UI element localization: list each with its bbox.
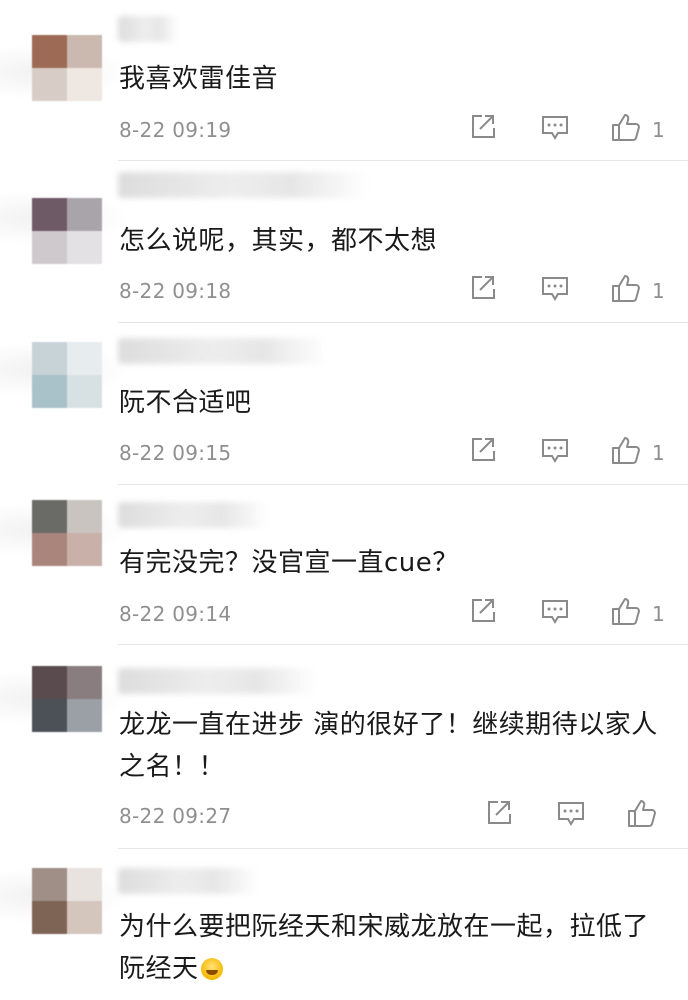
comment-meta: 8-22 09:14 1 [0,596,688,632]
avatar-pixel [67,666,102,699]
divider [118,848,688,849]
avatar[interactable] [32,342,102,408]
username-blurred[interactable] [118,868,258,894]
comment-time: 8-22 09:14 [119,602,232,626]
avatar-pixel [67,699,102,732]
share-icon[interactable] [468,112,498,148]
comment-icon[interactable] [540,112,570,148]
avatar-pixel [67,231,102,264]
comment-icon[interactable] [540,273,570,309]
thumbs-up-icon[interactable] [626,798,658,834]
divider [118,484,688,485]
comment-item: 我喜欢雷佳音 8-22 09:19 1 [0,0,688,160]
comment-icon[interactable] [540,596,570,632]
share-icon[interactable] [468,596,498,632]
thumbs-up-icon[interactable] [610,273,642,309]
thumbs-up-icon[interactable] [610,112,642,148]
like-count: 1 [652,602,665,626]
comment-meta: 8-22 09:27 [0,798,688,834]
avatar[interactable] [32,666,102,732]
avatar-pixel [32,666,67,699]
share-icon[interactable] [468,273,498,309]
comment-item: 为什么要把阮经天和宋威龙放在一起，拉低了阮经天 [0,848,688,1000]
comment-time: 8-22 09:19 [119,118,232,142]
laughing-tears-emoji-icon [200,958,223,980]
avatar-pixel [67,35,102,68]
share-icon[interactable] [468,435,498,471]
username-blurred[interactable] [118,502,268,528]
avatar[interactable] [32,198,102,264]
comment-time: 8-22 09:18 [119,279,232,303]
avatar-pixel [32,868,67,901]
divider [118,160,688,161]
avatar-pixel [67,375,102,408]
avatar-pixel [32,198,67,231]
comment-text: 阮不合适吧 [119,388,252,418]
thumbs-up-icon[interactable] [610,435,642,471]
username-blurred[interactable] [118,668,318,694]
avatar-pixel [32,68,67,101]
comment-meta: 8-22 09:15 1 [0,435,688,471]
avatar-pixel [67,868,102,901]
comment-meta: 8-22 09:19 1 [0,112,688,148]
avatar-pixel [32,500,67,533]
avatar-pixel [67,198,102,231]
avatar-pixel [32,231,67,264]
avatar-pixel [67,342,102,375]
thumbs-up-icon[interactable] [610,596,642,632]
avatar[interactable] [32,868,102,934]
avatar-pixel [67,500,102,533]
avatar-pixel [32,901,67,934]
divider [118,322,688,323]
comment-item: 怎么说呢，其实，都不太想 8-22 09:18 1 [0,160,688,322]
comment-icon[interactable] [556,798,586,834]
avatar-pixel [32,375,67,408]
username-blurred[interactable] [118,338,328,364]
avatar-pixel [32,35,67,68]
comment-text: 怎么说呢，其实，都不太想 [119,226,438,256]
avatar-pixel [67,68,102,101]
comment-item: 阮不合适吧 8-22 09:15 1 [0,322,688,484]
like-count: 1 [652,441,665,465]
comment-item: 有完没完？没官宣一直cue？ 8-22 09:14 1 [0,484,688,644]
like-count: 1 [652,279,665,303]
comment-item: 龙龙一直在进步 演的很好了！继续期待以家人之名！！ 8-22 09:27 [0,644,688,848]
divider [118,644,688,645]
comment-text: 为什么要把阮经天和宋威龙放在一起，拉低了阮经天 [119,906,659,990]
share-icon[interactable] [484,798,514,834]
avatar-pixel [32,533,67,566]
comment-meta: 8-22 09:18 1 [0,273,688,309]
comment-text: 有完没完？没官宣一直cue？ [119,548,459,578]
avatar[interactable] [32,35,102,101]
avatar-pixel [67,901,102,934]
username-blurred[interactable] [118,172,368,198]
avatar-pixel [67,533,102,566]
username-blurred[interactable] [118,16,178,42]
comment-time: 8-22 09:27 [119,804,232,828]
comment-time: 8-22 09:15 [119,441,232,465]
avatar[interactable] [32,500,102,566]
comment-text-content: 为什么要把阮经天和宋威龙放在一起，拉低了阮经天 [119,912,650,984]
like-count: 1 [652,118,665,142]
avatar-pixel [32,342,67,375]
comment-text: 龙龙一直在进步 演的很好了！继续期待以家人之名！！ [119,710,658,782]
comment-icon[interactable] [540,435,570,471]
avatar-pixel [32,699,67,732]
comment-text: 我喜欢雷佳音 [119,64,279,94]
